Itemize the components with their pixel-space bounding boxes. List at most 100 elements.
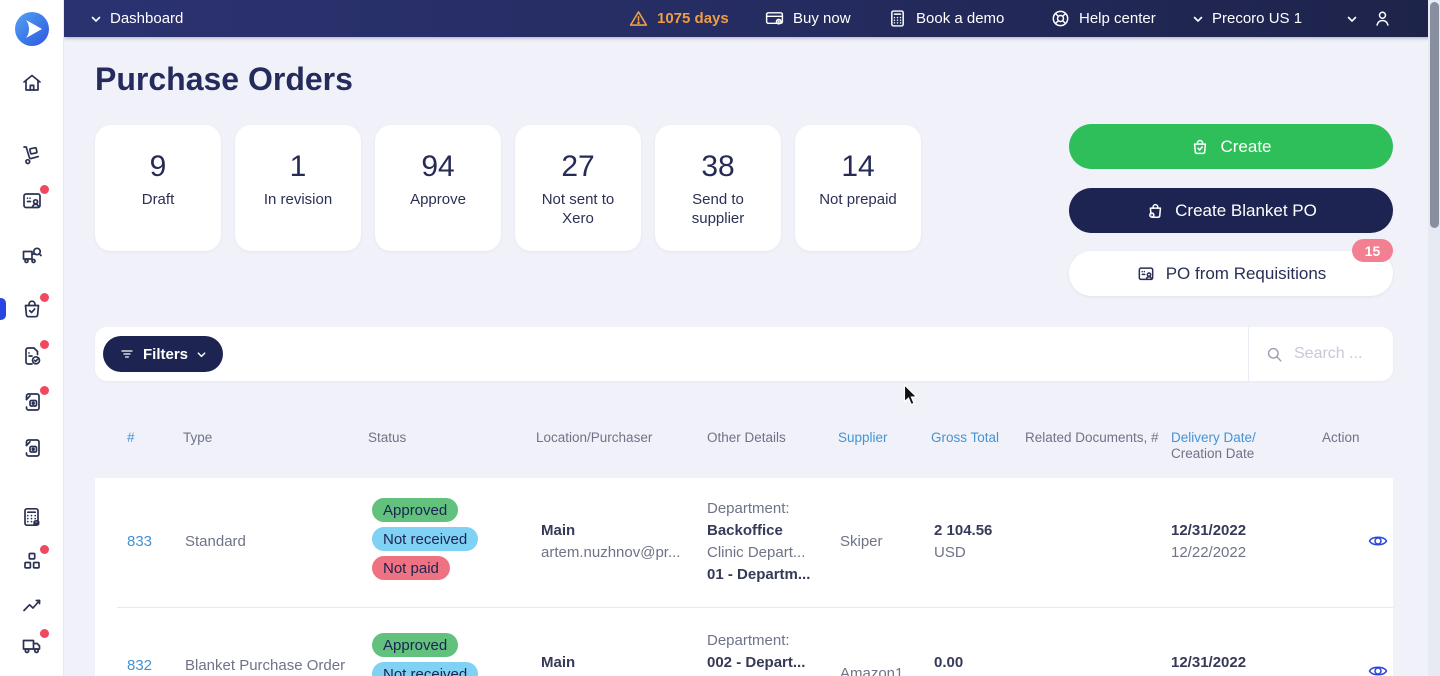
scrollbar-track[interactable] [1428, 0, 1440, 676]
trial-days-warning[interactable]: 1075 days [628, 0, 729, 37]
scrollbar-thumb[interactable] [1429, 2, 1439, 228]
sidebar-item-purchase-orders[interactable] [20, 293, 49, 321]
search-input[interactable] [1294, 345, 1389, 363]
dashboard-nav-label: Dashboard [110, 10, 184, 27]
filters-button-label: Filters [143, 345, 189, 363]
delivery-date: 12/31/2022 [1171, 654, 1247, 671]
po-type: Blanket Purchase Order [185, 657, 346, 674]
stat-label: Not prepaid [819, 191, 897, 208]
chevron-down-icon [1347, 16, 1357, 22]
column-header-delivery-date[interactable]: Delivery Date/ [1171, 430, 1256, 445]
sidebar-item-rfp[interactable] [20, 243, 44, 267]
column-header-number[interactable]: # [127, 430, 135, 445]
lifebuoy-icon [1052, 10, 1069, 27]
column-header-action: Action [1322, 430, 1360, 445]
stat-card-not-prepaid[interactable]: 14 Not prepaid [795, 125, 921, 251]
column-header-location-purchaser: Location/Purchaser [536, 430, 653, 445]
gross-total: 2 104.56 [934, 522, 993, 539]
book-demo-button[interactable]: Book a demo [887, 0, 1004, 37]
user-icon [1376, 11, 1389, 26]
dashboard-nav-dropdown[interactable]: Dashboard [90, 0, 183, 37]
sidebar-item-catalog[interactable] [20, 545, 49, 573]
stat-label: In revision [263, 191, 333, 208]
bag-check-icon [1194, 139, 1207, 154]
create-button[interactable]: Create [1069, 124, 1393, 169]
location: Main [541, 654, 576, 671]
organization-dropdown[interactable]: Precoro US 1 [1192, 0, 1302, 37]
column-header-type: Type [183, 430, 213, 445]
stat-card-not-sent-to-xero[interactable]: 27 Not sent to Xero [515, 125, 641, 251]
sidebar-item-home[interactable] [20, 71, 44, 95]
eye-icon [1368, 536, 1388, 546]
create-blanket-po-button[interactable]: Create Blanket PO [1069, 188, 1393, 233]
creation-date: 12/22/2022 [1171, 544, 1247, 561]
requisitions-count-badge: 15 [1352, 239, 1393, 262]
folder-camera-icon [25, 439, 40, 457]
active-item-indicator [0, 298, 6, 320]
precoro-logo[interactable] [15, 12, 49, 46]
notification-dot [40, 629, 49, 638]
currency: USD [934, 544, 966, 561]
topbar: Dashboard 1075 days Buy now Book a demo … [64, 0, 1440, 37]
buy-now-button[interactable]: Buy now [764, 0, 851, 37]
notification-dot [40, 545, 49, 554]
supplier-name: Amazon1 [840, 665, 904, 676]
sidebar-item-budgets[interactable] [20, 505, 44, 529]
department-name: Backoffice [707, 522, 783, 539]
profile-dropdown-chevron[interactable] [1346, 0, 1358, 37]
filter-bar: Filters [95, 327, 1393, 381]
sidebar-item-reports[interactable] [20, 592, 44, 616]
po-number-link[interactable]: 833 [127, 533, 152, 550]
sidebar [0, 0, 64, 676]
stat-card-draft[interactable]: 9 Draft [95, 125, 221, 251]
status-badge-approved: Approved [372, 633, 459, 657]
profile-button[interactable] [1372, 0, 1393, 37]
page-title: Purchase Orders [95, 61, 353, 97]
truck-search-icon [22, 247, 42, 264]
chevron-down-icon [197, 351, 206, 357]
create-blanket-po-label: Create Blanket PO [1175, 200, 1317, 220]
create-button-label: Create [1220, 136, 1272, 156]
notification-dot [40, 386, 49, 395]
help-center-button[interactable]: Help center [1050, 0, 1156, 37]
calculator-icon [891, 10, 904, 27]
sidebar-item-expenses[interactable] [20, 436, 44, 460]
stat-label: Draft [141, 191, 175, 208]
organization-label: Precoro US 1 [1212, 10, 1303, 27]
filters-button[interactable]: Filters [103, 336, 224, 372]
stat-card-in-revision[interactable]: 1 In revision [235, 125, 361, 251]
notification-dot [40, 340, 49, 349]
sidebar-item-warehouse[interactable] [20, 143, 44, 167]
sidebar-item-invoices[interactable] [20, 386, 49, 414]
po-number-link[interactable]: 832 [127, 657, 152, 674]
book-demo-label: Book a demo [916, 10, 1005, 27]
search-box [1248, 327, 1393, 381]
warning-triangle-icon [629, 11, 648, 26]
supplier-name: Skiper [840, 533, 883, 550]
po-from-requisitions-button[interactable]: PO from Requisitions [1069, 251, 1393, 296]
stat-label: Not sent to Xero [541, 191, 615, 227]
view-action-button[interactable] [1368, 533, 1388, 549]
chevron-down-icon [91, 16, 101, 22]
stat-value: 9 [149, 150, 167, 183]
status-badge-not-paid: Not paid [372, 556, 450, 580]
column-header-gross-total[interactable]: Gross Total [931, 430, 999, 445]
stat-value: 14 [841, 150, 875, 183]
location: Main [541, 522, 576, 539]
view-action-button[interactable] [1368, 663, 1388, 676]
filter-icon [121, 350, 133, 358]
sidebar-item-receipts[interactable] [20, 340, 49, 368]
status-badge-not-received: Not received [372, 527, 479, 551]
sidebar-item-suppliers[interactable] [20, 629, 49, 657]
chevron-down-icon [1193, 16, 1203, 22]
sidebar-item-requisitions[interactable] [20, 185, 49, 213]
buy-now-label: Buy now [793, 10, 851, 27]
column-header-supplier[interactable]: Supplier [838, 430, 888, 445]
bag-icon [1149, 203, 1162, 218]
status-badge-approved: Approved [372, 498, 459, 522]
row-divider [117, 607, 1393, 608]
stat-card-approve[interactable]: 94 Approve [375, 125, 501, 251]
stat-label: Approve [410, 191, 466, 208]
stat-card-send-to-supplier[interactable]: 38 Send to supplier [655, 125, 781, 251]
stat-value: 27 [561, 150, 595, 183]
